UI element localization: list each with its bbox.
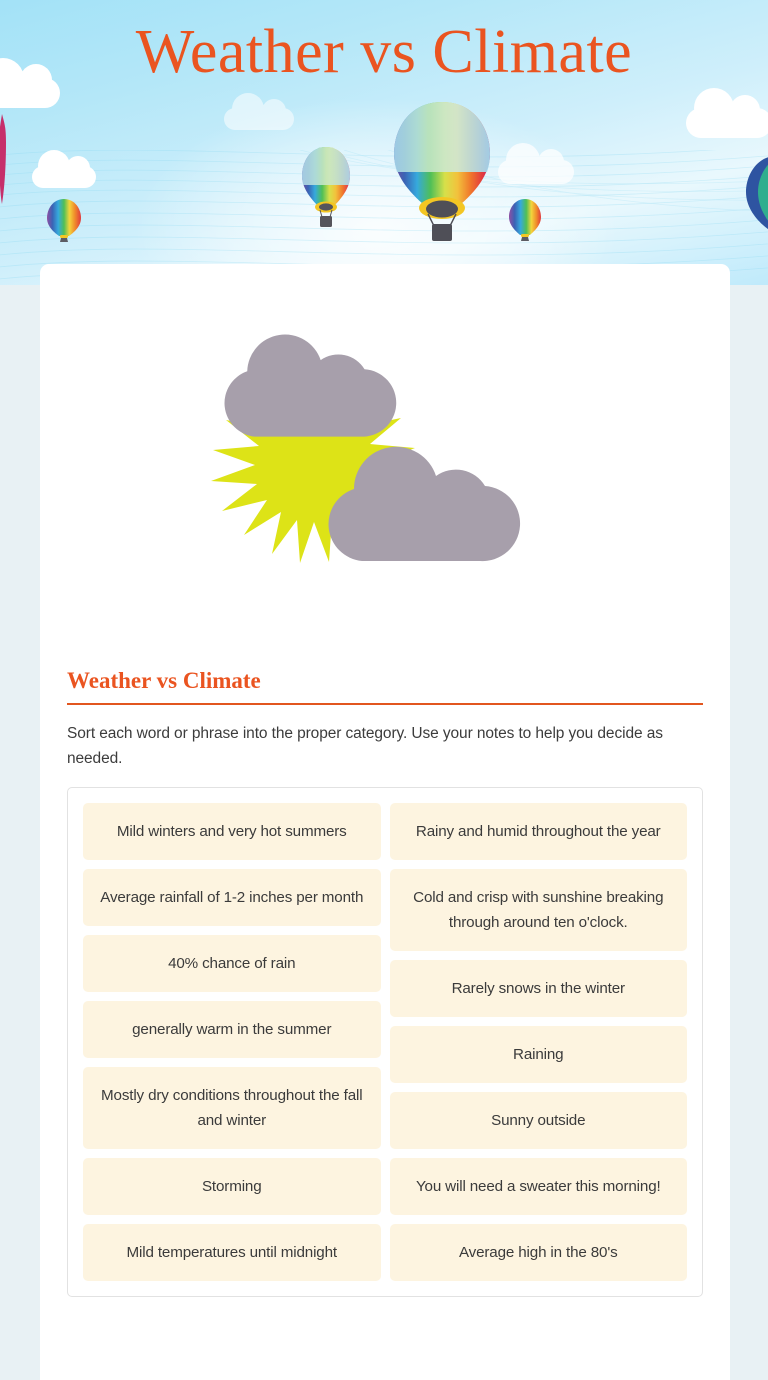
- word-card[interactable]: Raining: [389, 1026, 687, 1083]
- cloud-icon: [224, 93, 294, 130]
- weather-illustration: [40, 264, 730, 886]
- word-card[interactable]: Storming: [83, 1158, 381, 1215]
- worksheet-sheet: Weather vs Climate Sort each word or phr…: [40, 264, 730, 1380]
- word-card[interactable]: Rainy and humid throughout the year: [389, 803, 687, 860]
- word-card[interactable]: Average rainfall of 1-2 inches per month: [83, 869, 381, 926]
- word-card[interactable]: 40% chance of rain: [83, 935, 381, 992]
- hot-air-balloon-icon: [302, 147, 350, 227]
- word-card[interactable]: Rarely snows in the winter: [389, 960, 687, 1017]
- word-card[interactable]: You will need a sweater this morning!: [389, 1158, 687, 1215]
- cloud-icon: [498, 143, 574, 184]
- word-card[interactable]: Mild winters and very hot summers: [83, 803, 381, 860]
- sorting-cards-frame: Mild winters and very hot summers Averag…: [67, 787, 703, 1297]
- hot-air-balloon-icon: [746, 157, 768, 230]
- word-card[interactable]: generally warm in the summer: [83, 1001, 381, 1058]
- cards-column-right: Rainy and humid throughout the year Cold…: [389, 803, 687, 1281]
- hot-air-balloon-icon: [47, 199, 81, 242]
- weather-illustration-svg: [211, 334, 548, 886]
- title-divider: [67, 703, 703, 705]
- page-banner: Weather vs Climate: [0, 0, 768, 285]
- worksheet-title: Weather vs Climate: [67, 668, 261, 693]
- word-card[interactable]: Average high in the 80's: [389, 1224, 687, 1281]
- cloud-icon: [686, 88, 768, 138]
- hot-air-balloon-icon: [509, 199, 541, 241]
- page-title: Weather vs Climate: [135, 18, 633, 86]
- hot-air-balloon-icon: [394, 102, 490, 241]
- worksheet-instructions: Sort each word or phrase into the proper…: [67, 725, 663, 767]
- cards-column-left: Mild winters and very hot summers Averag…: [83, 803, 381, 1281]
- word-card[interactable]: Cold and crisp with sunshine breaking th…: [389, 869, 687, 951]
- word-card[interactable]: Sunny outside: [389, 1092, 687, 1149]
- word-card[interactable]: Mostly dry conditions throughout the fal…: [83, 1067, 381, 1149]
- worksheet-body: Weather vs Climate Sort each word or phr…: [40, 668, 730, 1297]
- word-card[interactable]: Mild temperatures until midnight: [83, 1224, 381, 1281]
- hot-air-balloon-icon: [0, 114, 6, 204]
